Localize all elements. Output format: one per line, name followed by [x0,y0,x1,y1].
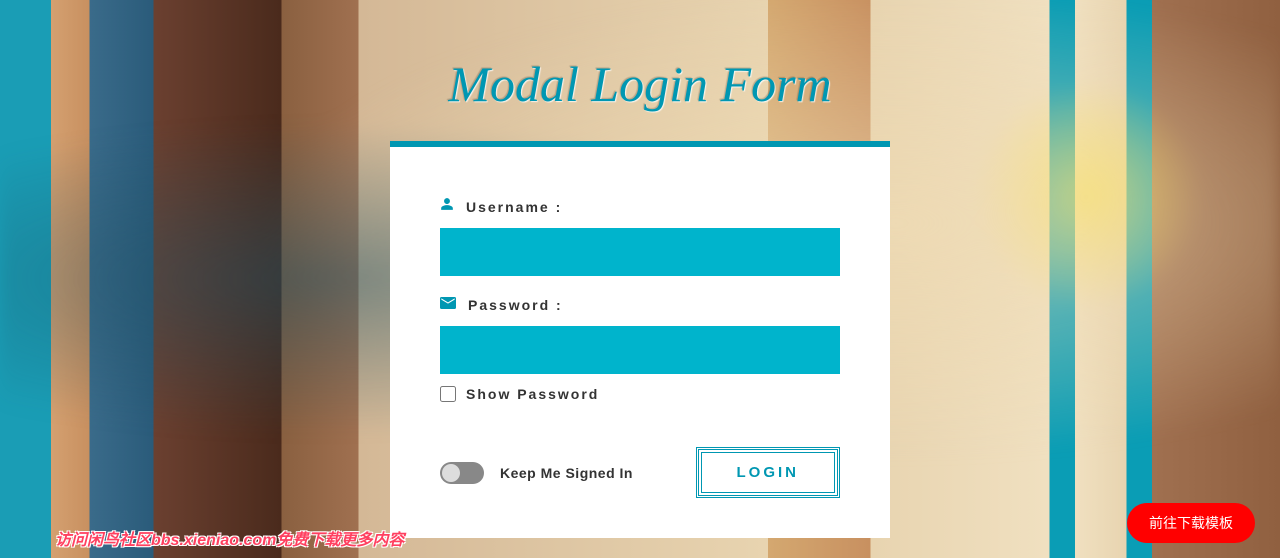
keep-signed-label: Keep Me Signed In [500,465,633,481]
password-label: Password : [468,297,563,313]
login-button[interactable]: LOGIN [696,447,841,498]
username-label-row: Username : [440,197,840,216]
user-icon [440,197,454,216]
keep-signed-toggle[interactable] [440,462,484,484]
password-label-row: Password : [440,296,840,314]
username-group: Username : [440,197,840,276]
login-form: Username : Password : Show Password Keep… [390,141,890,538]
watermark-text: 访问闲鸟社区bbs.xieniao.com免费下载更多内容 [55,526,404,550]
toggle-knob [442,464,460,482]
mail-icon [440,296,456,314]
show-password-checkbox[interactable] [440,386,456,402]
show-password-label[interactable]: Show Password [466,386,599,402]
download-template-button[interactable]: 前往下载模板 [1127,503,1255,543]
password-group: Password : Show Password [440,296,840,402]
page-title: Modal Login Form [448,55,831,113]
username-label: Username : [466,199,562,215]
username-input[interactable] [440,228,840,276]
show-password-row: Show Password [440,386,840,402]
form-bottom-row: Keep Me Signed In LOGIN [440,447,840,498]
password-input[interactable] [440,326,840,374]
keep-signed-group: Keep Me Signed In [440,462,633,484]
